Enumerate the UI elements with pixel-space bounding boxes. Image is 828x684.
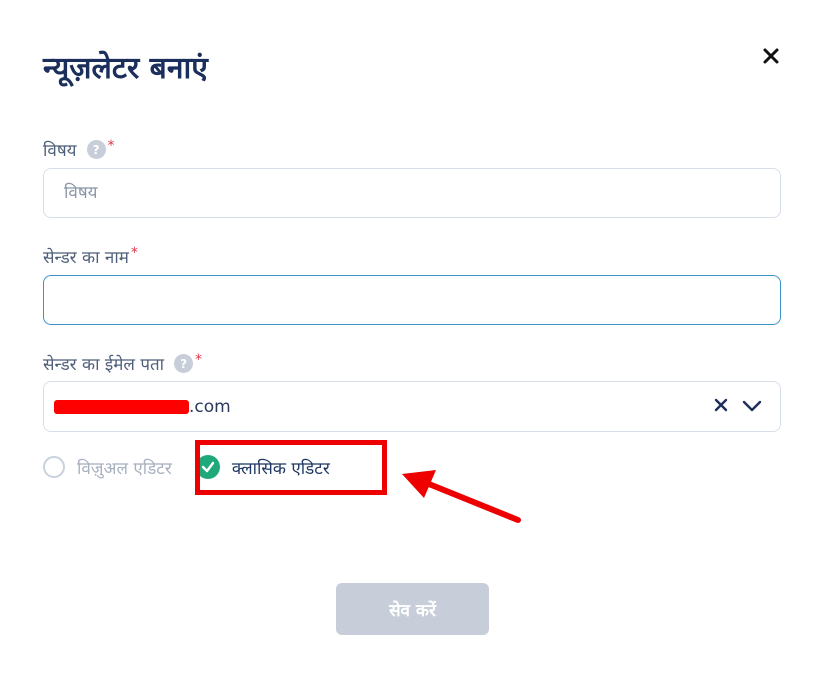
sender-email-value: .com (189, 396, 231, 417)
sender-email-label-row: सेन्डर का ईमेल पता ? * (43, 352, 202, 375)
save-button[interactable]: सेव करें (336, 583, 489, 635)
sender-email-select[interactable]: .com (43, 381, 781, 432)
page-title: न्यूज़लेटर बनाएं (43, 51, 208, 86)
sender-name-label-row: सेन्डर का नाम * (43, 245, 138, 268)
help-icon[interactable]: ? (86, 140, 106, 159)
sender-email-label: सेन्डर का ईमेल पता (43, 355, 165, 375)
visual-editor-radio[interactable] (43, 456, 65, 478)
visual-editor-label: विज़ुअल एडिटर (77, 458, 172, 479)
subject-label-row: विषय ? * (43, 138, 115, 161)
chevron-down-icon[interactable] (742, 397, 762, 416)
annotation-highlight-box (195, 440, 387, 495)
arrow-annotation (402, 470, 521, 523)
sender-name-input[interactable] (43, 275, 781, 325)
close-icon[interactable] (758, 43, 784, 69)
required-mark: * (107, 138, 115, 154)
subject-input[interactable] (43, 168, 781, 218)
redaction-mark (54, 399, 189, 414)
sender-name-label: सेन्डर का नाम (43, 248, 129, 268)
required-mark: * (130, 245, 138, 261)
visual-editor-option[interactable]: विज़ुअल एडिटर (43, 456, 172, 479)
help-icon[interactable]: ? (174, 354, 194, 373)
subject-label: विषय (43, 141, 77, 161)
clear-icon[interactable] (714, 397, 728, 416)
required-mark: * (195, 352, 203, 368)
